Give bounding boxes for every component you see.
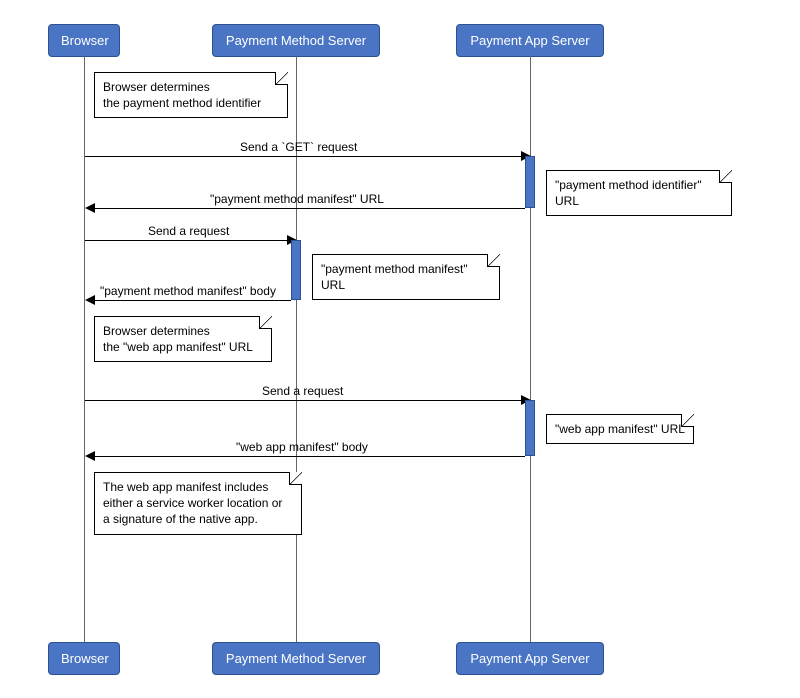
participant-pas-bottom: Payment App Server xyxy=(456,642,604,675)
msg-head-pmm-body xyxy=(85,295,95,305)
msg-line-pmm-body xyxy=(95,300,291,301)
participant-pms-bottom: Payment Method Server xyxy=(212,642,380,675)
lifeline-pas xyxy=(530,56,531,642)
msg-line-pmm-url xyxy=(95,208,525,209)
note-wam-url: "web app manifest" URL xyxy=(546,414,694,444)
msg-head-pmm-url xyxy=(85,203,95,213)
msg-line-send-req-pms xyxy=(85,240,287,241)
lifeline-browser xyxy=(84,56,85,642)
note-browser-determines-wam: Browser determines the "web app manifest… xyxy=(94,316,272,362)
participant-browser-top: Browser xyxy=(48,24,120,57)
msg-label-send-req-pas: Send a request xyxy=(262,384,343,398)
msg-label-send-req-pms: Send a request xyxy=(148,224,229,238)
msg-line-send-req-pas xyxy=(85,400,521,401)
activation-pas-2 xyxy=(525,400,535,456)
participant-pas-top: Payment App Server xyxy=(456,24,604,57)
msg-label-pmm-body: "payment method manifest" body xyxy=(100,284,276,298)
participant-pms-top: Payment Method Server xyxy=(212,24,380,57)
msg-label-pmm-url: "payment method manifest" URL xyxy=(210,192,384,206)
participant-browser-bottom: Browser xyxy=(48,642,120,675)
msg-label-get: Send a `GET` request xyxy=(240,140,357,154)
msg-label-wam-body: "web app manifest" body xyxy=(236,440,368,454)
note-wam-includes: The web app manifest includes either a s… xyxy=(94,472,302,535)
note-pmi-url: "payment method identifier" URL xyxy=(546,170,732,216)
activation-pas-1 xyxy=(525,156,535,208)
activation-pms-1 xyxy=(291,240,301,300)
note-pmm-url: "payment method manifest" URL xyxy=(312,254,500,300)
msg-head-wam-body xyxy=(85,451,95,461)
note-browser-determines-pmi: Browser determines the payment method id… xyxy=(94,72,288,118)
msg-line-wam-body xyxy=(95,456,525,457)
msg-line-get xyxy=(85,156,521,157)
